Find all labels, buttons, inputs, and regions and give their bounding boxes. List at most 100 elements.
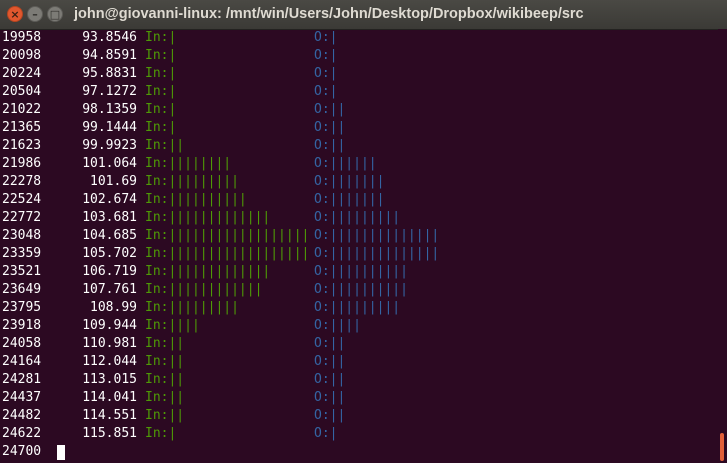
window-titlebar[interactable]: × – □ john@giovanni-linux: /mnt/win/User… <box>0 0 727 30</box>
row-value: 115.851 <box>82 426 137 441</box>
terminal-row: 22524 102.674 In:|||||||||| O:||||||| <box>2 191 718 209</box>
out-bar: O:|| <box>314 336 346 351</box>
row-id: 24164 <box>2 354 42 369</box>
out-bar: O:||||||||| <box>314 300 401 315</box>
terminal-row: 23918 109.944 In:|||| O:|||| <box>2 317 718 335</box>
row-value: 114.551 <box>82 408 137 423</box>
close-window-button[interactable]: × <box>7 6 23 22</box>
out-bar: O:|| <box>314 390 346 405</box>
row-value: 108.99 <box>90 300 137 315</box>
row-value: 97.1272 <box>82 84 137 99</box>
in-bar: In:|| <box>145 372 185 387</box>
in-bar: In:| <box>145 30 177 45</box>
row-value: 101.064 <box>82 156 137 171</box>
out-bar: O:|| <box>314 120 346 135</box>
row-value: 104.685 <box>82 228 137 243</box>
text-cursor <box>57 445 65 460</box>
in-bar: In:||||||||| <box>145 174 239 189</box>
in-bar: In:| <box>145 426 177 441</box>
row-id: 24058 <box>2 336 42 351</box>
terminal-row: 21365 99.1444 In:| O:|| <box>2 119 718 137</box>
row-id: 20504 <box>2 84 42 99</box>
row-value: 94.8591 <box>82 48 137 63</box>
out-bar: O:|||||||||||||| <box>314 228 440 243</box>
terminal-row: 24058 110.981 In:|| O:|| <box>2 335 718 353</box>
in-bar: In:| <box>145 66 177 81</box>
in-bar: In:| <box>145 84 177 99</box>
prompt-text: 24700 <box>2 444 42 459</box>
row-id: 22278 <box>2 174 42 189</box>
out-bar: O:|| <box>314 102 346 117</box>
row-value: 95.8831 <box>82 66 137 81</box>
terminal-row: 20098 94.8591 In:| O:| <box>2 47 718 65</box>
terminal-prompt-line[interactable]: 24700 <box>2 443 718 461</box>
row-id: 24281 <box>2 372 42 387</box>
out-bar: O:|||||||||| <box>314 282 408 297</box>
terminal-row: 24437 114.041 In:|| O:|| <box>2 389 718 407</box>
terminal-row: 22772 103.681 In:||||||||||||| O:||||||||| <box>2 209 718 227</box>
in-bar: In:||||||||||||| <box>145 264 271 279</box>
terminal-row: 23048 104.685 In:|||||||||||||||||| O:|||||… <box>2 227 718 245</box>
out-bar: O:| <box>314 30 338 45</box>
out-bar: O:| <box>314 84 338 99</box>
terminal-row: 24622 115.851 In:| O:| <box>2 425 718 443</box>
out-bar: O:|| <box>314 354 346 369</box>
in-bar: In:| <box>145 102 177 117</box>
row-value: 103.681 <box>82 210 137 225</box>
row-id: 23918 <box>2 318 42 333</box>
terminal-scrollbar[interactable] <box>718 29 727 463</box>
row-id: 23521 <box>2 264 42 279</box>
row-value: 112.044 <box>82 354 137 369</box>
terminal-row: 24164 112.044 In:|| O:|| <box>2 353 718 371</box>
in-bar: In:|| <box>145 354 185 369</box>
row-id: 21986 <box>2 156 42 171</box>
window-title: john@giovanni-linux: /mnt/win/Users/John… <box>74 6 584 22</box>
scrollbar-thumb[interactable] <box>720 433 724 461</box>
row-value: 101.69 <box>90 174 137 189</box>
in-bar: In:|||| <box>145 318 200 333</box>
minimize-window-button[interactable]: – <box>27 6 43 22</box>
out-bar: O:|||||||||| <box>314 264 408 279</box>
row-id: 24482 <box>2 408 42 423</box>
row-value: 105.702 <box>82 246 137 261</box>
in-bar: In:| <box>145 48 177 63</box>
terminal-row: 21623 99.9923 In:|| O:|| <box>2 137 718 155</box>
out-bar: O:|| <box>314 138 346 153</box>
out-bar: O:||||||||| <box>314 210 401 225</box>
in-bar: In:||||||||| <box>145 300 239 315</box>
row-id: 23649 <box>2 282 42 297</box>
out-bar: O:| <box>314 426 338 441</box>
out-bar: O:|||| <box>314 318 361 333</box>
row-id: 23795 <box>2 300 42 315</box>
in-bar: In:|| <box>145 336 185 351</box>
terminal-row: 19958 93.8546 In:| O:| <box>2 29 718 47</box>
row-value: 107.761 <box>82 282 137 297</box>
out-bar: O:|||||| <box>314 156 377 171</box>
in-bar: In:||||||||||||| <box>145 210 271 225</box>
row-id: 20224 <box>2 66 42 81</box>
row-id: 23359 <box>2 246 42 261</box>
in-bar: In:|||||||||||||||||| <box>145 246 310 261</box>
out-bar: O:||||||| <box>314 174 385 189</box>
row-value: 110.981 <box>82 336 137 351</box>
maximize-window-button[interactable]: □ <box>47 6 63 22</box>
terminal-row: 23359 105.702 In:|||||||||||||||||| O:|||||… <box>2 245 718 263</box>
row-id: 22524 <box>2 192 42 207</box>
in-bar: In:|| <box>145 390 185 405</box>
row-value: 114.041 <box>82 390 137 405</box>
terminal-row: 21022 98.1359 In:| O:|| <box>2 101 718 119</box>
in-bar: In:|||||||||| <box>145 192 247 207</box>
row-value: 93.8546 <box>82 30 137 45</box>
row-value: 98.1359 <box>82 102 137 117</box>
terminal-row: 23649 107.761 In:|||||||||||| O:|||||||||| <box>2 281 718 299</box>
out-bar: O:|| <box>314 372 346 387</box>
out-bar: O:|| <box>314 408 346 423</box>
row-id: 20098 <box>2 48 42 63</box>
out-bar: O:||||||| <box>314 192 385 207</box>
in-bar: In:|||||||||||||||||| <box>145 228 310 243</box>
out-bar: O:| <box>314 48 338 63</box>
row-value: 109.944 <box>82 318 137 333</box>
row-id: 24437 <box>2 390 42 405</box>
terminal-output[interactable]: 24700 19958 93.8546 In:| O:| 20098 94.8591 In:… <box>0 29 718 463</box>
terminal-row: 24482 114.551 In:|| O:|| <box>2 407 718 425</box>
